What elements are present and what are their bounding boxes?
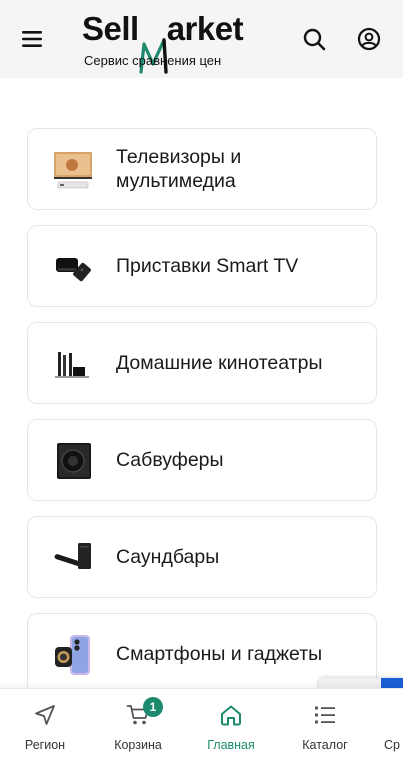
- tab-label: Каталог: [302, 738, 348, 752]
- category-card-smart-tv-box[interactable]: Приставки Smart TV: [27, 225, 377, 307]
- tab-region[interactable]: Регион: [0, 689, 90, 768]
- app-header: Sell arket Сервис сравнения цен: [0, 0, 403, 78]
- menu-button[interactable]: [14, 21, 50, 57]
- logo-wordmark: Sell arket: [82, 10, 244, 74]
- logo-tagline: Сервис сравнения цен: [84, 53, 222, 68]
- search-button[interactable]: [296, 21, 332, 57]
- smartphone-thumbnail: [55, 635, 90, 675]
- account-button[interactable]: [351, 21, 387, 57]
- category-label: Приставки Smart TV: [116, 255, 299, 277]
- navigation-arrow-icon: [35, 705, 55, 725]
- tab-catalog[interactable]: Каталог: [280, 689, 370, 768]
- category-label: Телевизоры и мультимедиа: [116, 146, 242, 192]
- category-list: Телевизоры и мультимедиа Приставки Smart…: [27, 128, 377, 710]
- home-theater-thumbnail: [55, 352, 89, 378]
- menu-icon: [22, 31, 42, 47]
- subwoofer-thumbnail: [57, 443, 91, 479]
- account-icon: [357, 27, 381, 51]
- tv-box-thumbnail: [56, 258, 91, 282]
- category-label: Домашние кинотеатры: [116, 352, 323, 374]
- tv-thumbnail: [54, 152, 92, 189]
- category-label: Сабвуферы: [116, 449, 224, 471]
- tab-compare[interactable]: Ср: [372, 689, 403, 768]
- tab-label: Главная: [207, 738, 255, 752]
- category-card-home-theater[interactable]: Домашние кинотеатры: [27, 322, 377, 404]
- tab-label: Корзина: [114, 738, 162, 752]
- logo-text-arket: arket: [166, 10, 244, 47]
- category-label: Саундбары: [116, 546, 220, 568]
- category-card-soundbars[interactable]: Саундбары: [27, 516, 377, 598]
- tab-label: Регион: [24, 738, 66, 752]
- home-icon: [221, 705, 241, 726]
- logo-text-sell: Sell: [82, 10, 139, 47]
- search-icon: [303, 28, 326, 51]
- tab-cart[interactable]: 1 Корзина: [93, 689, 183, 768]
- soundbar-thumbnail: [54, 543, 91, 569]
- catalog-list-icon: [315, 706, 335, 724]
- category-card-subwoofers[interactable]: Сабвуферы: [27, 419, 377, 501]
- tab-home[interactable]: Главная: [186, 689, 276, 768]
- category-card-tv[interactable]: Телевизоры и мультимедиа: [27, 128, 377, 210]
- site-logo[interactable]: Sell arket Сервис сравнения цен: [82, 10, 272, 74]
- bottom-tab-bar: Регион 1 Корзина Главная Каталог Ср: [0, 688, 403, 768]
- cart-count-badge: 1: [143, 697, 163, 717]
- tab-label: Ср: [384, 738, 400, 752]
